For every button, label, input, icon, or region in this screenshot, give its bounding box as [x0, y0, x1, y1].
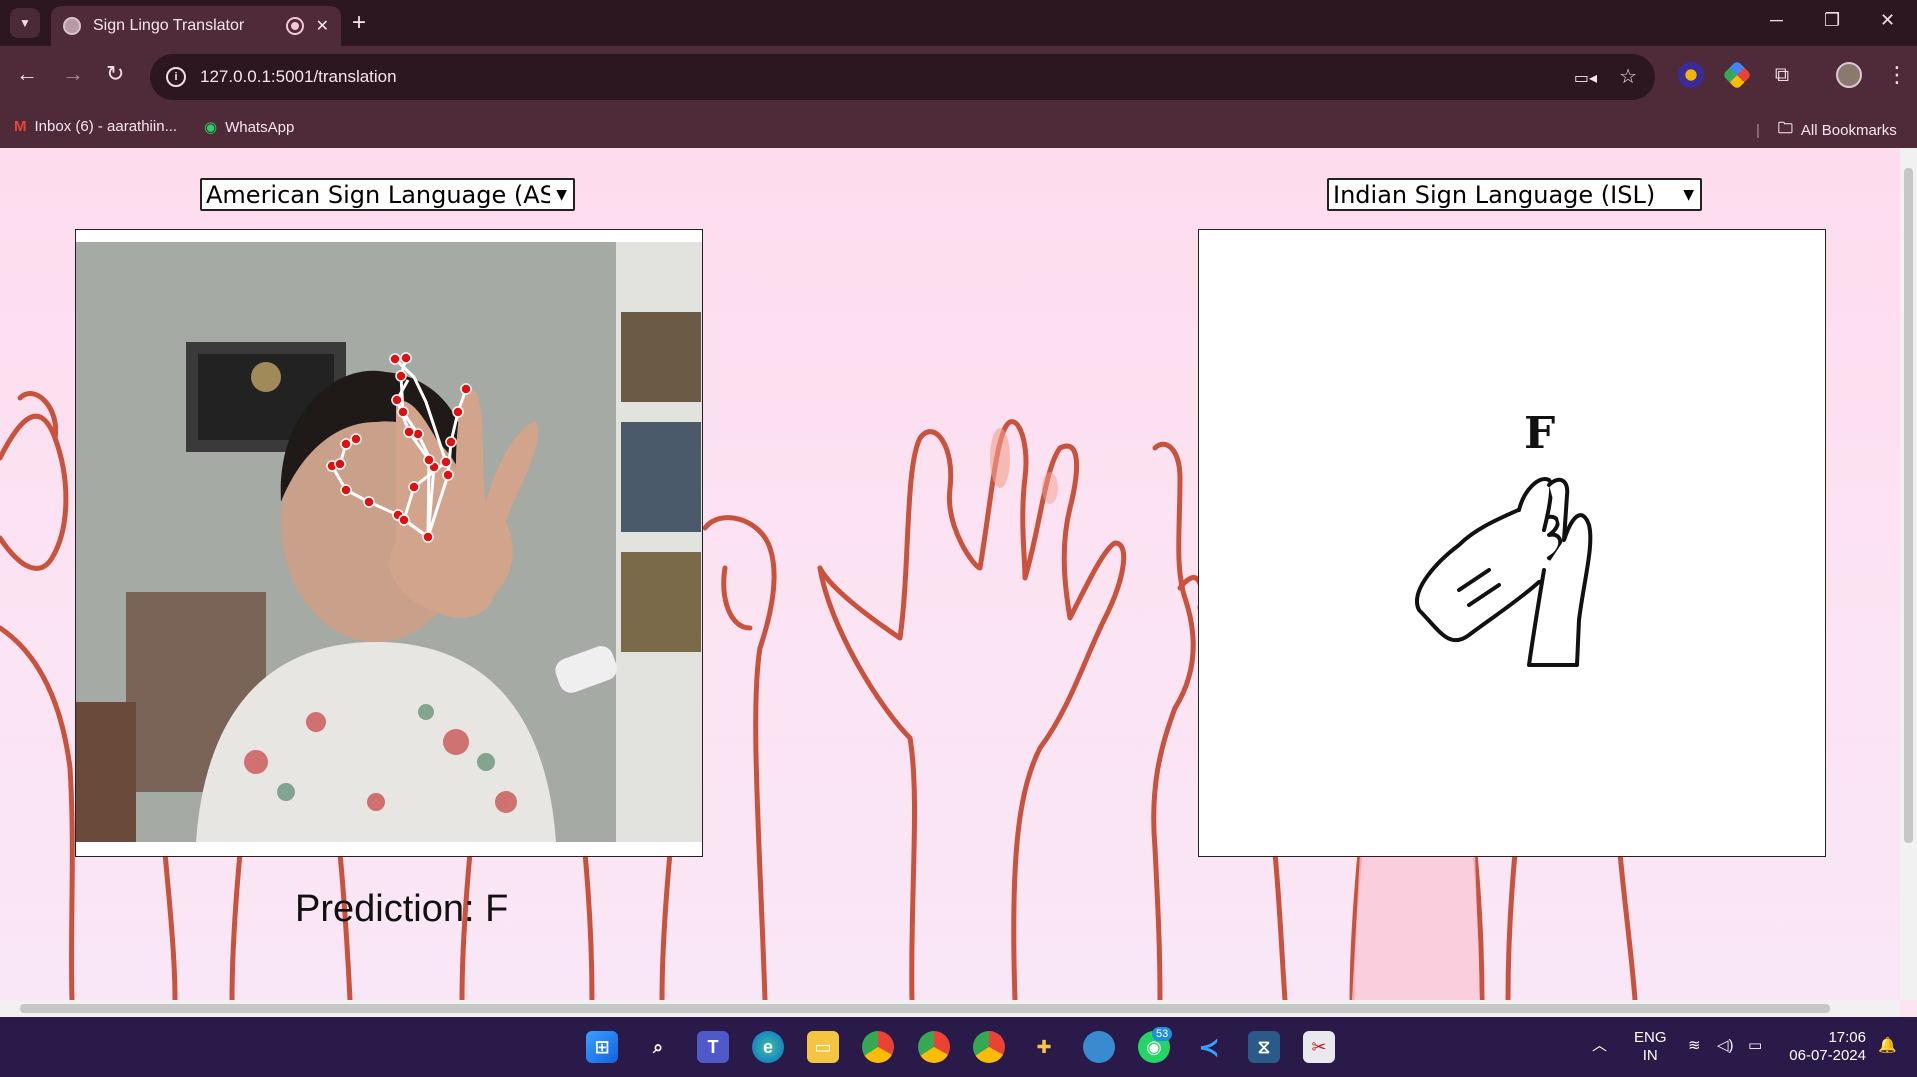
folder-icon: 🗀 [1777, 120, 1793, 137]
webcam-panel [75, 229, 703, 857]
recording-icon [285, 17, 304, 35]
file-explorer-icon[interactable]: ▭ [807, 1031, 839, 1063]
bookmark-label: Inbox (6) - aarathiin... [34, 118, 178, 135]
profile-avatar[interactable] [1836, 62, 1862, 88]
close-icon[interactable]: ✕ [316, 16, 329, 36]
camera-in-use-icon[interactable]: ▭◂ [1574, 68, 1597, 88]
webcam-image [76, 242, 702, 842]
url-text: 127.0.0.1:5001/translation [200, 67, 397, 86]
app-icon[interactable]: ✚ [1028, 1031, 1060, 1063]
back-icon[interactable]: ← [16, 61, 38, 87]
extensions-puzzle-icon[interactable]: ⧉ [1769, 62, 1795, 88]
region-code: IN [1642, 1047, 1658, 1064]
horizontal-scroll-thumb[interactable] [20, 1004, 1830, 1013]
chrome-profile-2-icon[interactable] [918, 1031, 950, 1063]
windows-start-icon[interactable]: ⊞ [586, 1031, 618, 1063]
snipping-tool-icon[interactable]: ✂ [1303, 1031, 1335, 1063]
tab-strip: ▼ Sign Lingo Translator ✕ + ─ ❐ ✕ [0, 0, 1917, 46]
bookmark-gmail[interactable]: M Inbox (6) - aarathiin... [14, 118, 177, 135]
restore-icon[interactable]: ❐ [1824, 10, 1840, 31]
gmail-icon: M [14, 118, 27, 135]
battery-icon[interactable]: ▭ [1748, 1037, 1762, 1055]
isl-sign-image [1415, 477, 1593, 667]
wifi-icon[interactable]: ≋ [1688, 1037, 1701, 1055]
webcam-feed [76, 242, 702, 842]
tab-sign-lingo[interactable]: Sign Lingo Translator ✕ [51, 6, 341, 46]
bookmarks-bar: M Inbox (6) - aarathiin... ◉ WhatsApp | … [0, 108, 1917, 148]
bookmark-whatsapp[interactable]: ◉ WhatsApp [204, 118, 295, 137]
edge-icon[interactable]: e [752, 1031, 784, 1063]
app-2-icon[interactable]: ⧖ [1248, 1031, 1280, 1063]
reload-icon[interactable]: ↻ [106, 61, 124, 87]
bookmark-label: WhatsApp [225, 118, 295, 136]
target-language-value: Indian Sign Language (ISL) [1333, 180, 1656, 209]
source-language-value: American Sign Language (ASL) [206, 180, 551, 209]
vertical-scroll-thumb[interactable] [1904, 168, 1913, 843]
sign-output-panel: F [1198, 229, 1826, 857]
chevron-down-icon: ▼ [556, 186, 567, 203]
menu-icon[interactable]: ⋮ [1884, 62, 1910, 88]
divider: | [1756, 122, 1760, 139]
search-icon[interactable]: ⌕ [642, 1031, 674, 1063]
minimize-icon[interactable]: ─ [1770, 10, 1783, 31]
prediction-text: Prediction: F [295, 888, 509, 930]
whatsapp-badge: 53 [1152, 1027, 1173, 1041]
browser-toolbar: ← → ↻ i 127.0.0.1:5001/translation ▭◂ ☆ [0, 46, 1917, 108]
language-code: ENG [1634, 1029, 1667, 1046]
chevron-down-icon: ▼ [1683, 186, 1694, 203]
window-close-icon[interactable]: ✕ [1880, 10, 1895, 31]
chrome-profile-3-icon[interactable] [973, 1031, 1005, 1063]
site-info-icon[interactable]: i [166, 67, 186, 87]
clock-date: 06-07-2024 [1789, 1047, 1866, 1064]
horizontal-scrollbar[interactable] [0, 1000, 1900, 1017]
clock-time: 17:06 [1828, 1029, 1866, 1046]
all-bookmarks-button[interactable]: | 🗀 All Bookmarks [1756, 118, 1897, 143]
sign-letter-label: F [1524, 408, 1556, 459]
clock[interactable]: 17:06 06-07-2024 [1786, 1029, 1866, 1065]
teams-icon[interactable]: T [697, 1031, 729, 1063]
globe-icon [63, 17, 81, 35]
network-app-icon[interactable] [1083, 1031, 1115, 1063]
translation-page: American Sign Language (ASL) ▼ Indian Si… [0, 148, 1900, 1000]
forward-icon[interactable]: → [62, 61, 84, 87]
volume-icon[interactable]: ◁) [1717, 1037, 1734, 1055]
tray-overflow-icon[interactable]: ︿ [1592, 1037, 1607, 1055]
taskbar: ⊞ ⌕ T e ▭ ✚ ◉ 53 ≺ ⧖ ✂ ︿ ENG IN ≋ ◁) ▭ 1… [0, 1017, 1917, 1077]
extension-1-icon[interactable] [1678, 62, 1704, 88]
new-tab-button[interactable]: + [352, 9, 366, 37]
language-indicator[interactable]: ENG IN [1634, 1029, 1667, 1065]
all-bookmarks-label: All Bookmarks [1800, 122, 1897, 139]
chevron-down-icon: ▼ [19, 16, 31, 30]
chrome-icon[interactable] [862, 1031, 894, 1063]
tab-search-button[interactable]: ▼ [10, 8, 40, 38]
address-bar[interactable]: i 127.0.0.1:5001/translation ▭◂ ☆ [150, 54, 1655, 100]
tab-title: Sign Lingo Translator [93, 17, 245, 34]
bookmark-star-icon[interactable]: ☆ [1619, 64, 1637, 89]
notification-bell-icon[interactable]: 🔔 [1878, 1037, 1897, 1055]
vertical-scrollbar[interactable] [1900, 148, 1917, 1000]
whatsapp-icon: ◉ [204, 119, 218, 136]
target-language-select[interactable]: Indian Sign Language (ISL) ▼ [1327, 178, 1702, 211]
source-language-select[interactable]: American Sign Language (ASL) ▼ [200, 178, 575, 211]
vscode-icon[interactable]: ≺ [1193, 1031, 1225, 1063]
